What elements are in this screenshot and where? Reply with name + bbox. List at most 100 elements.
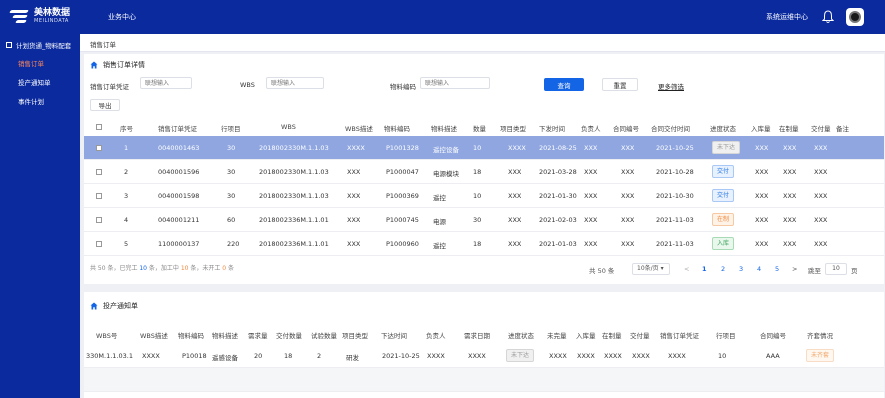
reset-button[interactable]: 重置: [602, 78, 638, 91]
cell-unfinished: XXXX: [549, 352, 567, 360]
col-header: 入库量: [576, 332, 596, 340]
material-input[interactable]: [420, 77, 490, 89]
wbs-input[interactable]: [266, 77, 324, 89]
page-4[interactable]: 4: [757, 265, 761, 273]
row-checkbox[interactable]: [96, 145, 102, 151]
home-icon: [90, 61, 98, 69]
query-button[interactable]: 查询: [544, 78, 584, 91]
cell-mat-desc: 遥控: [433, 242, 446, 250]
cell-material: P10018: [182, 352, 207, 360]
sidebar-group-label: 计划货通_物料配套: [16, 42, 72, 50]
cell-owner: XXX: [584, 192, 598, 200]
cell-item: 30: [227, 168, 236, 176]
table-row[interactable]: 3 0040001598 30 2018002330M.1.1.03 XXX P10003…: [84, 184, 884, 208]
cell-material: P1001328: [386, 144, 419, 152]
business-center-menu[interactable]: 业务中心: [108, 12, 136, 22]
col-header: WBS: [281, 123, 296, 131]
cell-wip: XXX: [783, 168, 797, 176]
breadcrumb-tab[interactable]: 销售订单: [90, 39, 116, 49]
cell-item: 30: [227, 192, 236, 200]
cell-issue: 2021-01-03: [539, 240, 577, 248]
row-checkbox[interactable]: [96, 169, 102, 175]
page-1[interactable]: 1: [702, 265, 707, 273]
col-header: 下达时间: [381, 332, 407, 340]
status-badge: 未下达: [506, 349, 535, 362]
brand-subtitle: MEILINDATA: [34, 18, 69, 24]
col-header: 数量: [473, 125, 486, 133]
sidebar-group[interactable]: 计划货通_物料配套: [6, 40, 71, 50]
page-5[interactable]: 5: [775, 265, 779, 273]
status-badge: 未下达: [712, 141, 741, 154]
production-notice-panel: 投产通知单 WBS号 WBS描述 物料编码 物料描述 需求量 交付数量 试验数量…: [84, 292, 884, 398]
voucher-label: 销售订单凭证: [90, 83, 129, 91]
cell-voucher: 1100000137: [158, 240, 200, 248]
cell-owner: XXX: [584, 216, 598, 224]
cell-voucher: 0040001211: [158, 216, 200, 224]
col-header: 下发时间: [539, 125, 565, 133]
cell-contract: XXX: [621, 168, 635, 176]
row-checkbox[interactable]: [96, 241, 102, 247]
goto-label: 跳至: [808, 267, 821, 275]
col-header: 交付量: [811, 125, 831, 133]
select-all-checkbox[interactable]: [96, 124, 102, 130]
col-header: 备注: [836, 125, 849, 133]
cell-wbs-desc: XXX: [347, 216, 361, 224]
col-header: 在制量: [602, 332, 622, 340]
cell-contract: XXX: [621, 240, 635, 248]
user-avatar[interactable]: [846, 8, 864, 26]
table-row[interactable]: 1 0040001463 30 2018002330M.1.1.03 XXXX P1001…: [84, 136, 884, 160]
cell-mat-desc: 电源: [433, 218, 446, 226]
table-row[interactable]: 330M.1.1.03.1 XXXX P10018 遥感设备 20 18 2 研发 2021-1…: [84, 344, 884, 368]
page-3[interactable]: 3: [739, 265, 743, 273]
cell-ptype: XXX: [508, 216, 522, 224]
export-button[interactable]: 导出: [90, 99, 120, 111]
total-count: 共 50 条: [589, 267, 615, 275]
table-row[interactable]: 4 0040001211 60 2018002336M.1.1.01 XXX P10007…: [84, 208, 884, 232]
voucher-input[interactable]: [140, 77, 192, 89]
panel-title: 投产通知单: [90, 301, 138, 311]
goto-page-input[interactable]: 10: [825, 263, 847, 275]
top-bar: 美林数据 MEILINDATA 业务中心 系统运维中心: [0, 0, 885, 34]
cell-wip: XXX: [783, 216, 797, 224]
page-size-select[interactable]: 10条/页 ▾: [632, 263, 670, 275]
col-header: 入库量: [751, 125, 771, 133]
page-2[interactable]: 2: [721, 265, 725, 273]
sidebar-item-event-plan[interactable]: 事件计划: [18, 96, 44, 106]
row-checkbox[interactable]: [96, 217, 102, 223]
cell-delivery: 2021-10-30: [656, 192, 694, 200]
cell-qty: 10: [473, 144, 482, 152]
cell-wip: XXX: [783, 144, 797, 152]
cell-issue: 2021-01-30: [539, 192, 577, 200]
next-page-button[interactable]: >: [792, 265, 797, 273]
cell-wbs: 330M.1.1.03.1: [86, 352, 133, 360]
cell-delivered: XXX: [814, 240, 828, 248]
ops-center-menu[interactable]: 系统运维中心: [766, 12, 808, 22]
table-row[interactable]: 2 0040001596 30 2018002330M.1.1.03 XXX P10000…: [84, 160, 884, 184]
cell-no: 4: [124, 216, 129, 224]
panel-title: 销售订单详情: [90, 60, 145, 70]
cell-demand: 20: [254, 352, 263, 360]
cell-in: XXX: [755, 168, 769, 176]
cell-delivery: 2021-10-28: [656, 168, 694, 176]
more-filter-link[interactable]: 更多筛选: [658, 81, 684, 91]
cell-delivered: XXXX: [632, 352, 650, 360]
cell-voucher: 0040001463: [158, 144, 200, 152]
cell-wbs: 2018002336M.1.1.01: [259, 240, 329, 248]
material-label: 物料编码: [390, 83, 416, 91]
prev-page-button[interactable]: <: [684, 265, 689, 273]
table-row[interactable]: 5 1100000137 220 2018002336M.1.1.01 XXX P1000…: [84, 232, 884, 256]
cell-wip: XXX: [783, 192, 797, 200]
cell-issue: 2021-03-28: [539, 168, 577, 176]
cell-issue: 2021-08-25: [539, 144, 577, 152]
col-header: WBS描述: [345, 125, 373, 133]
sidebar-item-sales-order[interactable]: 销售订单: [18, 58, 44, 68]
cell-contract: XXX: [621, 216, 635, 224]
bell-icon[interactable]: [822, 10, 834, 24]
brand-logo[interactable]: 美林数据 MEILINDATA: [8, 8, 70, 24]
row-checkbox[interactable]: [96, 193, 102, 199]
sidebar-item-production-notice[interactable]: 投产通知单: [18, 77, 51, 87]
menu-icon: [6, 42, 12, 48]
cell-material: P1000960: [386, 240, 419, 248]
cell-owner: XXX: [584, 168, 598, 176]
col-header: 物料描述: [431, 125, 457, 133]
